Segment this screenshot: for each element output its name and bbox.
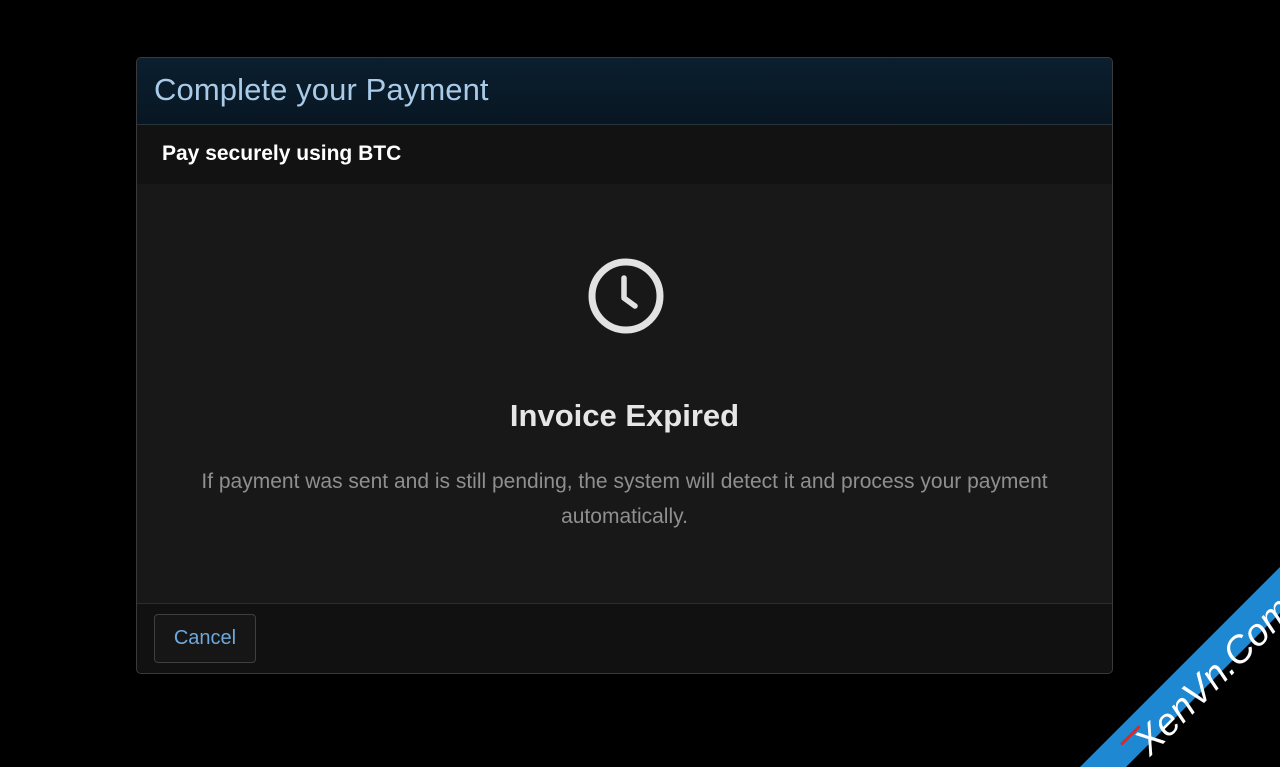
payment-method-bar: Pay securely using BTC — [137, 125, 1112, 184]
page: Complete your Payment Pay securely using… — [0, 0, 1280, 767]
watermark-logo: XenVn.Com — [1080, 567, 1280, 767]
payment-method-label: Pay securely using BTC — [162, 141, 402, 165]
svg-text:XenVn.Com: XenVn.Com — [1126, 589, 1280, 764]
payment-modal: Complete your Payment Pay securely using… — [136, 57, 1113, 674]
cancel-button[interactable]: Cancel — [154, 614, 256, 663]
modal-footer: Cancel — [137, 604, 1112, 673]
invoice-status-panel: Invoice Expired If payment was sent and … — [137, 184, 1112, 604]
modal-header: Complete your Payment — [137, 58, 1112, 125]
invoice-status-title: Invoice Expired — [509, 398, 740, 433]
modal-title: Complete your Payment — [154, 72, 489, 107]
clock-icon — [588, 258, 664, 334]
invoice-status-message: If payment was sent and is still pending… — [201, 470, 1048, 528]
